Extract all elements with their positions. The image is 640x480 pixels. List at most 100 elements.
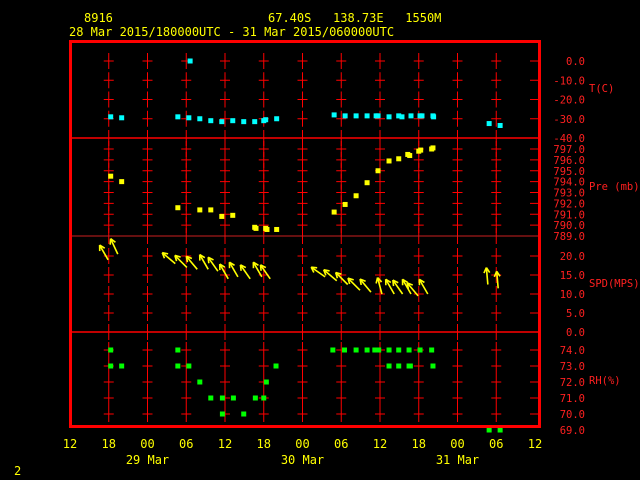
pressure-point bbox=[364, 180, 370, 186]
rh-point bbox=[417, 347, 423, 353]
grid bbox=[71, 53, 540, 422]
pressure-point bbox=[430, 145, 436, 151]
wind-arrow-shaft bbox=[174, 254, 188, 268]
pressure-point bbox=[331, 209, 337, 215]
temp-point bbox=[386, 114, 392, 120]
date-label: 29 Mar bbox=[126, 453, 169, 467]
temp-point bbox=[431, 114, 437, 120]
pressure-point bbox=[353, 193, 359, 199]
x-tick-label: 00 bbox=[295, 437, 309, 451]
rh-point bbox=[241, 411, 247, 417]
wind-tick-label: 20.0 bbox=[560, 251, 585, 263]
temp-point bbox=[353, 113, 359, 119]
rh-point bbox=[252, 395, 258, 401]
rh-point bbox=[230, 395, 236, 401]
x-tick-label: 18 bbox=[257, 437, 271, 451]
wind-arrow-head bbox=[311, 266, 318, 269]
rh-tick-label: 74.0 bbox=[560, 345, 585, 357]
temp-point bbox=[331, 112, 337, 118]
x-tick-label: 06 bbox=[334, 437, 348, 451]
pressure-point bbox=[108, 173, 114, 179]
temp-point bbox=[187, 58, 193, 64]
temp-axis-label: T(C) bbox=[589, 83, 614, 95]
pressure-axis-label: Pre (mb) bbox=[589, 181, 640, 193]
temp-point bbox=[263, 117, 269, 123]
temp-point bbox=[108, 114, 114, 120]
date-label: 31 Mar bbox=[436, 453, 479, 467]
wind-arrow bbox=[174, 254, 188, 268]
page-number: 2 bbox=[14, 464, 21, 478]
x-tick-label: 12 bbox=[218, 437, 232, 451]
rh-point bbox=[208, 395, 214, 401]
x-tick-label: 06 bbox=[179, 437, 193, 451]
data-marks bbox=[98, 58, 503, 433]
rh-tick-label: 69.0 bbox=[560, 425, 585, 437]
pressure-point bbox=[253, 225, 259, 231]
wind-arrow bbox=[228, 261, 239, 278]
wind-arrow bbox=[359, 278, 372, 293]
temp-point bbox=[230, 118, 236, 124]
wind-arrow bbox=[239, 264, 251, 280]
x-tick-label: 00 bbox=[140, 437, 154, 451]
rh-point bbox=[330, 347, 336, 353]
x-tick-label: 18 bbox=[102, 437, 116, 451]
date-label: 30 Mar bbox=[281, 453, 324, 467]
wind-arrow bbox=[98, 244, 109, 261]
rh-point bbox=[263, 379, 269, 385]
temp-point bbox=[399, 114, 405, 120]
rh-axis-label: RH(%) bbox=[589, 375, 621, 387]
x-tick-label: 18 bbox=[412, 437, 426, 451]
temp-point bbox=[252, 119, 258, 125]
pressure-point bbox=[208, 207, 214, 213]
pressure-point bbox=[264, 226, 270, 232]
rh-point bbox=[407, 363, 413, 369]
pressure-point bbox=[396, 156, 402, 162]
wind-tick-label: 0.0 bbox=[566, 327, 585, 339]
wind-arrow bbox=[322, 268, 338, 282]
x-tick-label: 12 bbox=[63, 437, 77, 451]
temp-point bbox=[219, 119, 225, 125]
rh-point bbox=[119, 363, 125, 369]
rh-point bbox=[486, 427, 492, 433]
temp-point bbox=[241, 119, 247, 125]
temp-tick-label: -30.0 bbox=[553, 114, 585, 126]
wind-axis-label: SPD(MPS) bbox=[589, 278, 640, 290]
rh-point bbox=[406, 347, 412, 353]
wind-tick-label: 15.0 bbox=[560, 270, 585, 282]
wind-arrow bbox=[493, 270, 501, 289]
rh-point bbox=[219, 395, 225, 401]
rh-point bbox=[386, 363, 392, 369]
wind-arrow bbox=[418, 278, 429, 295]
pressure-point bbox=[407, 153, 413, 159]
wind-tick-label: 10.0 bbox=[560, 289, 585, 301]
wind-arrow bbox=[310, 266, 326, 278]
temp-point bbox=[342, 113, 348, 119]
rh-point bbox=[261, 395, 267, 401]
pressure-point bbox=[274, 226, 280, 232]
temp-point bbox=[364, 113, 370, 119]
temp-tick-label: -20.0 bbox=[553, 95, 585, 107]
pressure-point bbox=[230, 212, 236, 218]
rh-tick-label: 71.0 bbox=[560, 393, 585, 405]
wind-arrow bbox=[347, 277, 361, 291]
wind-arrow bbox=[483, 267, 491, 285]
temp-point bbox=[208, 118, 214, 124]
station-location: 67.40S 138.73E 1550M bbox=[268, 11, 441, 25]
temp-point bbox=[375, 113, 381, 119]
rh-point bbox=[353, 347, 359, 353]
rh-point bbox=[396, 347, 402, 353]
wind-arrow bbox=[109, 238, 119, 255]
rh-point bbox=[429, 347, 435, 353]
pressure-point bbox=[197, 207, 203, 213]
rh-point bbox=[341, 347, 347, 353]
wind-tick-label: 5.0 bbox=[566, 308, 585, 320]
temp-point bbox=[497, 122, 503, 128]
rh-point bbox=[430, 363, 436, 369]
rh-point bbox=[108, 363, 114, 369]
rh-point bbox=[197, 379, 203, 385]
time-period: 28 Mar 2015/180000UTC - 31 Mar 2015/0600… bbox=[69, 25, 394, 39]
wind-arrow bbox=[161, 251, 176, 265]
wind-arrow bbox=[375, 277, 383, 295]
rh-point bbox=[175, 363, 181, 369]
x-tick-label: 12 bbox=[373, 437, 387, 451]
